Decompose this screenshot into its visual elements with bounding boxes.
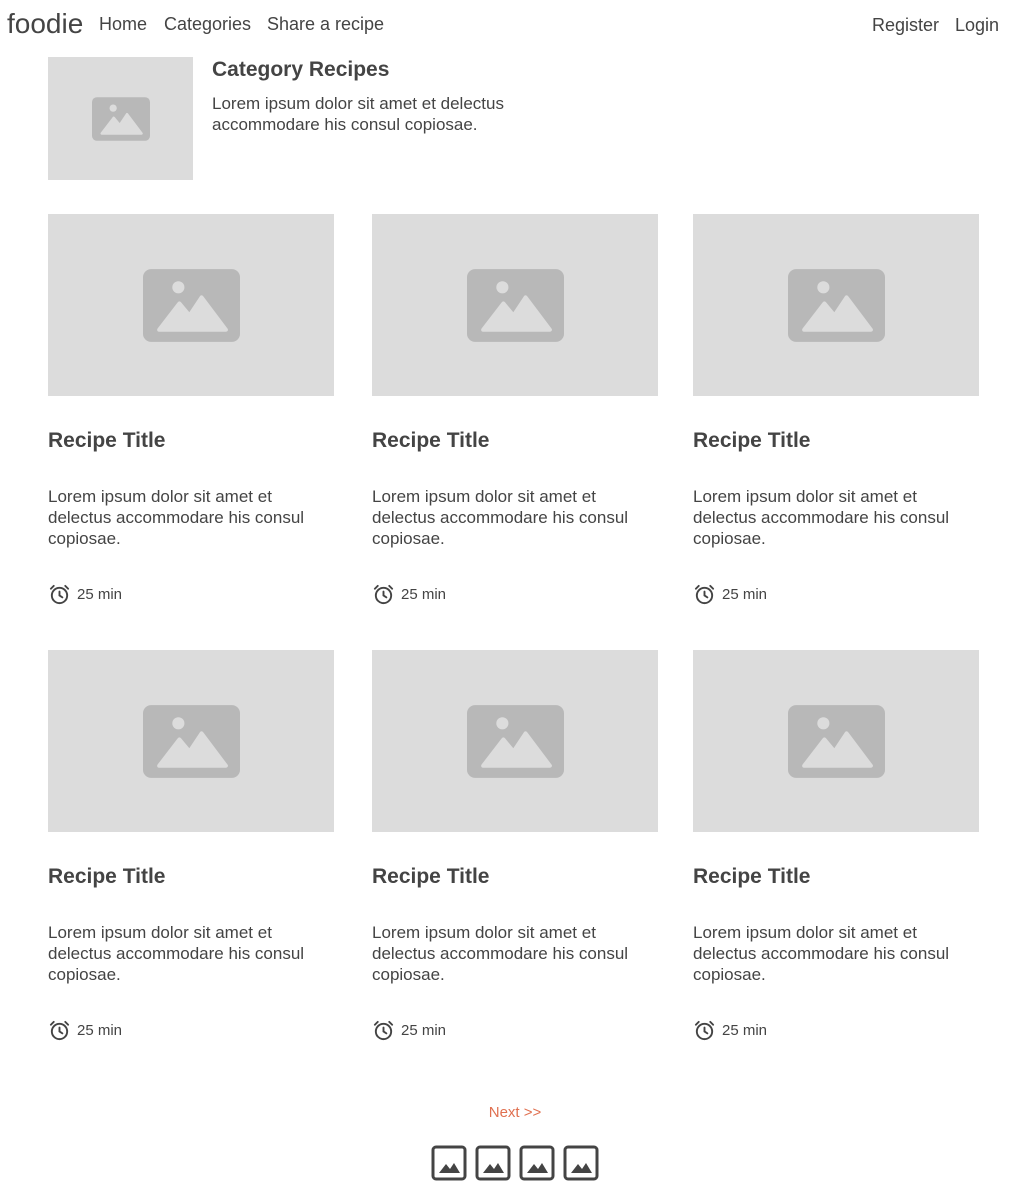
- alarm-clock-icon: [694, 584, 715, 604]
- image-placeholder-icon: [466, 704, 564, 778]
- top-navbar: foodie Home Categories Share a recipe Re…: [0, 0, 1024, 48]
- image-placeholder-icon: [142, 268, 240, 342]
- alarm-clock-icon: [49, 584, 70, 604]
- image-placeholder-icon: [466, 268, 564, 342]
- recipe-card[interactable]: Recipe Title Lorem ipsum dolor sit amet e…: [693, 214, 979, 624]
- image-icon[interactable]: [475, 1145, 511, 1181]
- recipe-title[interactable]: Recipe Title: [372, 864, 490, 890]
- next-page-link[interactable]: Next >>: [0, 1104, 1024, 1121]
- recipe-title[interactable]: Recipe Title: [48, 864, 166, 890]
- alarm-clock-icon: [373, 584, 394, 604]
- recipe-title[interactable]: Recipe Title: [48, 428, 166, 454]
- recipe-description: Lorem ipsum dolor sit amet et delectus a…: [372, 487, 629, 548]
- image-icon[interactable]: [431, 1145, 467, 1181]
- recipe-description: Lorem ipsum dolor sit amet et delectus a…: [693, 487, 950, 548]
- nav-link-home[interactable]: Home: [99, 13, 147, 35]
- category-header: Category Recipes Lorem ipsum dolor sit a…: [48, 57, 648, 181]
- recipe-title[interactable]: Recipe Title: [372, 428, 490, 454]
- pagination-icons: [431, 1145, 607, 1183]
- image-icon[interactable]: [519, 1145, 555, 1181]
- brand-logo[interactable]: foodie: [7, 6, 83, 42]
- alarm-clock-icon: [49, 1020, 70, 1040]
- recipe-title[interactable]: Recipe Title: [693, 864, 811, 890]
- alarm-clock-icon: [373, 1020, 394, 1040]
- recipe-time-label: 25 min: [401, 585, 447, 603]
- recipe-time: 25 min: [693, 1018, 767, 1042]
- recipe-image[interactable]: [48, 214, 334, 396]
- recipe-description: Lorem ipsum dolor sit amet et delectus a…: [693, 923, 950, 984]
- recipe-time-label: 25 min: [77, 1021, 123, 1039]
- category-title: Category Recipes: [212, 58, 390, 81]
- recipe-card[interactable]: Recipe Title Lorem ipsum dolor sit amet e…: [693, 650, 979, 1060]
- recipe-card[interactable]: Recipe Title Lorem ipsum dolor sit amet e…: [372, 650, 658, 1060]
- recipe-time: 25 min: [693, 582, 767, 606]
- recipe-title[interactable]: Recipe Title: [693, 428, 811, 454]
- recipe-description: Lorem ipsum dolor sit amet et delectus a…: [48, 487, 305, 548]
- image-placeholder-icon: [787, 268, 885, 342]
- recipe-time-label: 25 min: [722, 585, 768, 603]
- recipe-image[interactable]: [693, 650, 979, 832]
- recipe-description: Lorem ipsum dolor sit amet et delectus a…: [372, 923, 629, 984]
- alarm-clock-icon: [694, 1020, 715, 1040]
- recipe-time: 25 min: [48, 582, 122, 606]
- recipe-card[interactable]: Recipe Title Lorem ipsum dolor sit amet e…: [48, 650, 334, 1060]
- nav-link-login[interactable]: Login: [955, 14, 999, 36]
- nav-link-categories[interactable]: Categories: [164, 13, 251, 35]
- recipe-image[interactable]: [48, 650, 334, 832]
- image-placeholder-icon: [142, 704, 240, 778]
- recipe-time-label: 25 min: [401, 1021, 447, 1039]
- recipe-image[interactable]: [693, 214, 979, 396]
- nav-link-register[interactable]: Register: [872, 14, 939, 36]
- category-description: Lorem ipsum dolor sit amet et delectus a…: [212, 94, 504, 134]
- image-icon[interactable]: [563, 1145, 599, 1181]
- recipe-time: 25 min: [372, 1018, 446, 1042]
- recipe-image[interactable]: [372, 214, 658, 396]
- image-placeholder-icon: [91, 96, 150, 141]
- category-image: [48, 57, 193, 180]
- recipe-image[interactable]: [372, 650, 658, 832]
- recipe-description: Lorem ipsum dolor sit amet et delectus a…: [48, 923, 305, 984]
- image-placeholder-icon: [787, 704, 885, 778]
- recipe-card[interactable]: Recipe Title Lorem ipsum dolor sit amet e…: [48, 214, 334, 624]
- recipe-time-label: 25 min: [77, 585, 123, 603]
- recipe-time: 25 min: [48, 1018, 122, 1042]
- nav-link-share-recipe[interactable]: Share a recipe: [267, 13, 384, 35]
- recipe-card[interactable]: Recipe Title Lorem ipsum dolor sit amet e…: [372, 214, 658, 624]
- recipe-time-label: 25 min: [722, 1021, 768, 1039]
- recipe-time: 25 min: [372, 582, 446, 606]
